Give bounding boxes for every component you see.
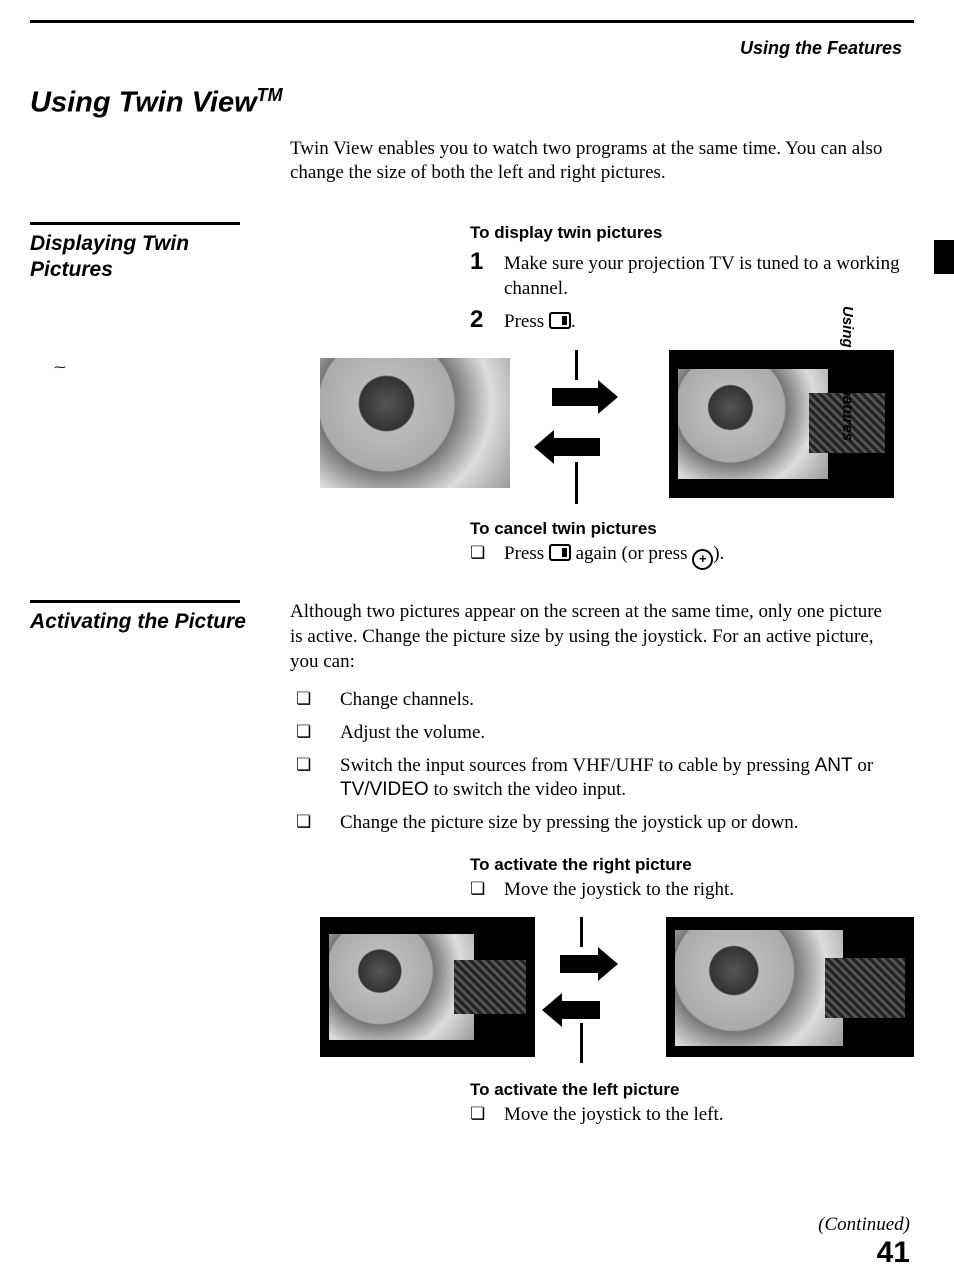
bullet-box-icon: ❏: [470, 1103, 504, 1125]
step-number: 1: [470, 250, 504, 274]
list-text: Change channels.: [340, 688, 474, 713]
single-picture-illustration: [320, 358, 510, 488]
arrow-stem: [575, 350, 578, 380]
main-picture: [329, 934, 474, 1040]
list-text: Move the joystick to the left.: [504, 1103, 724, 1128]
arrow-right-icon: [552, 388, 600, 406]
cancel-list: ❏ Press again (or press +).: [470, 542, 914, 570]
cancel-before: Press: [504, 543, 549, 564]
step-text-before: Press: [504, 311, 549, 332]
side-title: Activating the Picture: [30, 609, 270, 635]
list-item: ❏ Change channels.: [290, 688, 914, 713]
subhead-activate-right: To activate the right picture: [470, 854, 914, 876]
section-activating-the-picture: Activating the Picture Although two pict…: [30, 600, 914, 1129]
arrow-left-icon: [552, 438, 600, 456]
list-item: ❏ Move the joystick to the right.: [470, 878, 914, 903]
bullet-box-icon: ❏: [290, 754, 340, 776]
left-active-illustration: [320, 917, 535, 1057]
list-item: ❏ Switch the input sources from VHF/UHF …: [290, 754, 914, 803]
section-displaying-twin-pictures: Displaying Twin Pictures To display twin…: [30, 222, 914, 572]
list-item: ❏ Change the picture size by pressing th…: [290, 811, 914, 836]
bullet-box-icon: ❏: [470, 542, 504, 564]
arrow-right-icon: [560, 955, 600, 973]
sub-picture: [825, 958, 905, 1018]
top-rule: [30, 20, 914, 23]
page-footer: (Continued) 41: [818, 1213, 910, 1268]
side-title: Displaying Twin Pictures: [30, 231, 270, 284]
page: Using the Features Using Twin ViewTM Twi…: [0, 0, 954, 1286]
twin-view-button-icon: [549, 312, 571, 329]
cancel-after: ).: [713, 543, 724, 564]
list-text: Adjust the volume.: [340, 721, 485, 746]
list-text: Press again (or press +).: [504, 542, 724, 570]
paragraph: Although two pictures appear on the scre…: [290, 600, 894, 674]
continued-label: (Continued): [818, 1213, 910, 1238]
capability-list: ❏ Change channels. ❏ Adjust the volume. …: [290, 688, 914, 835]
twin-view-diagram: [320, 340, 914, 510]
chapter-thumb-tab: [934, 240, 954, 274]
activate-left-list: ❏ Move the joystick to the left.: [470, 1103, 914, 1128]
activate-diagram: [320, 911, 914, 1071]
step-1: 1 Make sure your projection TV is tuned …: [470, 250, 914, 301]
page-title: Using Twin ViewTM: [30, 84, 914, 122]
chapter-thumb-label: Using the Features: [837, 306, 857, 441]
running-head: Using the Features: [30, 37, 902, 60]
bullet-box-icon: ❏: [290, 688, 340, 710]
side-rule: [30, 222, 240, 225]
main-picture: [675, 930, 843, 1046]
subhead-activate-left: To activate the left picture: [470, 1079, 914, 1101]
intro-paragraph: Twin View enables you to watch two progr…: [290, 137, 894, 186]
list-item: ❏ Adjust the volume.: [290, 721, 914, 746]
section-body: To display twin pictures 1 Make sure you…: [290, 222, 914, 572]
arrow-stem: [575, 462, 578, 504]
step-number: 2: [470, 308, 504, 332]
page-number: 41: [818, 1238, 910, 1268]
step-text: Make sure your projection TV is tuned to…: [504, 250, 914, 301]
right-active-illustration: [666, 917, 914, 1057]
section-body: Although two pictures appear on the scre…: [290, 600, 914, 1129]
cancel-mid: again (or press: [571, 543, 692, 564]
main-picture: [678, 369, 828, 479]
sub-picture: [454, 960, 526, 1014]
twin-view-button-icon: [549, 544, 571, 561]
activate-right-list: ❏ Move the joystick to the right.: [470, 878, 914, 903]
stray-mark: ⁓: [54, 360, 66, 376]
list-item: ❏ Press again (or press +).: [470, 542, 914, 570]
list-text: Switch the input sources from VHF/UHF to…: [340, 754, 914, 803]
twin-picture-illustration: [669, 350, 894, 498]
bullet-box-icon: ❏: [470, 878, 504, 900]
side-column: Activating the Picture: [30, 600, 290, 635]
list-item: ❏ Move the joystick to the left.: [470, 1103, 914, 1128]
bullet-box-icon: ❏: [290, 721, 340, 743]
page-title-text: Using Twin View: [30, 87, 257, 119]
arrow-stem: [580, 1023, 583, 1063]
trademark-symbol: TM: [257, 85, 283, 105]
step-text-after: .: [571, 311, 576, 332]
list-text: Change the picture size by pressing the …: [340, 811, 799, 836]
bullet-box-icon: ❏: [290, 811, 340, 833]
subhead-display: To display twin pictures: [470, 222, 914, 244]
list-text: Move the joystick to the right.: [504, 878, 734, 903]
arrow-left-icon: [560, 1001, 600, 1019]
step-text: Press .: [504, 308, 576, 335]
side-rule: [30, 600, 240, 603]
arrow-stem: [580, 917, 583, 947]
restore-button-icon: +: [692, 549, 713, 570]
subhead-cancel: To cancel twin pictures: [470, 518, 914, 540]
side-column: Displaying Twin Pictures: [30, 222, 290, 284]
